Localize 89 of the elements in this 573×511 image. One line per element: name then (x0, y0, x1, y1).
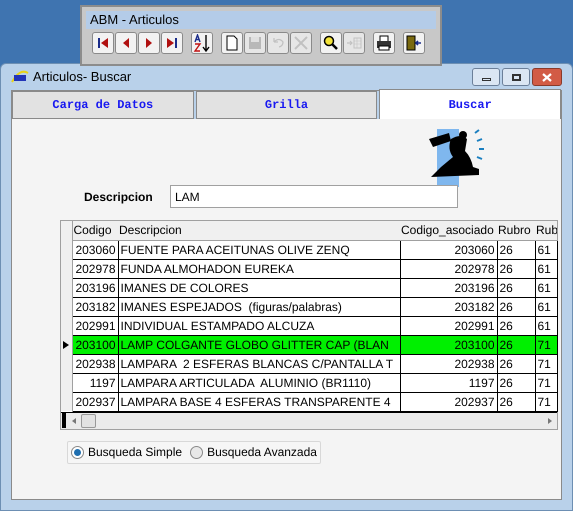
minimize-button[interactable] (472, 68, 500, 86)
table-cell: 61 (538, 318, 551, 332)
table-row[interactable]: 202937 LAMPARA BASE 4 ESFERAS TRANSPARENTE 4 202937 26 71 (61, 392, 557, 411)
toolbar-button[interactable] (403, 32, 425, 54)
sort-icon (193, 34, 211, 52)
maximize-button[interactable] (502, 68, 530, 86)
table-cell: LAMPARA 2 ESFERAS BLANCAS C/PANTALLA T (120, 356, 394, 370)
description-field[interactable]: LAM (170, 185, 458, 208)
table-cell: 26 (500, 262, 513, 276)
table-cell: FUNDA ALMOHADON EUREKA (120, 262, 294, 276)
table-cell: 203196 (454, 280, 494, 294)
table-cell: 202937 (454, 394, 494, 408)
table-row[interactable]: 202978 FUNDA ALMOHADON EUREKA 202978 26 61 (61, 259, 557, 278)
door-arrow-icon (405, 34, 423, 52)
table-cell: 26 (500, 356, 513, 370)
toolbar-button[interactable] (320, 32, 342, 54)
toolbar-button[interactable] (161, 32, 183, 54)
table-row[interactable]: 1197 LAMPARA ARTICULADA ALUMINIO (BR1110) 1197 26 71 (61, 373, 557, 392)
scroll-thumb[interactable] (81, 414, 96, 428)
horizontal-scrollbar[interactable] (61, 412, 557, 428)
table-cell: 1197 (468, 376, 494, 390)
table-cell: 203182 (75, 300, 116, 314)
table-row[interactable]: 203100 LAMP COLGANTE GLOBO GLITTER CAP (BLAN 203100 26 71 (61, 335, 557, 354)
tab[interactable]: Buscar (379, 89, 562, 119)
toolbar-button[interactable] (92, 32, 114, 54)
tab[interactable]: Grilla (196, 91, 378, 119)
column-header[interactable]: Rubro (497, 221, 535, 240)
table-cell: 71 (538, 394, 551, 408)
table-cell: 26 (500, 338, 513, 352)
table-cell: 202978 (75, 262, 116, 276)
toolbar-button[interactable] (221, 32, 243, 54)
table-cell: INDIVIDUAL ESTAMPADO ALCUZA (120, 318, 314, 332)
magnifier-icon (322, 34, 340, 52)
table-row[interactable]: 203060 FUENTE PARA ACEITUNAS OLIVE ZENQ 203060 26 61 (61, 240, 557, 259)
toolbar-button[interactable] (191, 32, 213, 54)
table-cell: 71 (538, 356, 551, 370)
table-cell: 26 (500, 242, 513, 256)
field-label: Descripcion (83, 188, 154, 206)
table-cell: 26 (500, 280, 513, 294)
table-cell: 26 (500, 376, 513, 390)
close-button[interactable] (532, 68, 562, 86)
app-logo-icon (11, 70, 29, 84)
table-cell: 61 (538, 300, 551, 314)
table-cell: IMANES ESPEJADOS (figuras/palabras) (120, 300, 342, 314)
toolbar-button[interactable] (373, 32, 395, 54)
table-cell: 202991 (454, 318, 494, 332)
table-cell: 203196 (75, 280, 116, 294)
window-title: Articulos- Buscar (33, 68, 132, 86)
table-row[interactable]: 202991 INDIVIDUAL ESTAMPADO ALCUZA 202991 26 61 (61, 316, 557, 335)
toolbar-title: ABM - Articulos (86, 11, 436, 29)
column-header[interactable]: Codigo (72, 221, 118, 240)
radio-option[interactable]: Busqueda Avanzada (190, 443, 317, 461)
table-cell: 202937 (75, 394, 116, 408)
close-icon (542, 72, 552, 82)
table-cell: 203100 (75, 338, 116, 352)
table-row[interactable]: 203182 IMANES ESPEJADOS (figuras/palabras) 203182 26 61 (61, 297, 557, 316)
cross-icon (292, 34, 310, 52)
table-cell: 71 (538, 376, 551, 390)
table-cell: IMANES DE COLORES (120, 280, 249, 294)
toolbar-button[interactable] (138, 32, 160, 54)
table-row[interactable]: 203196 IMANES DE COLORES 203196 26 61 (61, 278, 557, 297)
table-cell: 61 (538, 280, 551, 294)
table-cell: LAMPARA ARTICULADA ALUMINIO (BR1110) (120, 376, 372, 390)
table-cell: 203060 (75, 242, 116, 256)
toolbar-button[interactable] (115, 32, 137, 54)
table-cell: 203182 (454, 300, 494, 314)
table-cell: 61 (538, 242, 551, 256)
table-cell: 202938 (454, 356, 494, 370)
table-cell: 203060 (454, 242, 494, 256)
table-row[interactable]: 202938 LAMPARA 2 ESFERAS BLANCAS C/PANTALLA T 202938 26 71 (61, 354, 557, 373)
table-cell: LAMP COLGANTE GLOBO GLITTER CAP (BLAN (120, 338, 389, 352)
table-cell: 26 (500, 318, 513, 332)
table-cell: 26 (500, 300, 513, 314)
table-cell: FUENTE PARA ACEITUNAS OLIVE ZENQ (120, 242, 350, 256)
tab[interactable]: Carga de Datos (12, 91, 194, 119)
table-cell: 71 (538, 338, 551, 352)
table-cell: 61 (538, 262, 551, 276)
table-cell: 203100 (454, 338, 494, 352)
column-header[interactable]: Descripcion (118, 221, 400, 240)
table-cell: LAMPARA BASE 4 ESFERAS TRANSPARENTE 4 (120, 394, 391, 408)
table-cell: 202991 (75, 318, 116, 332)
row-pointer-icon (63, 340, 69, 348)
table-cell: 26 (500, 394, 513, 408)
table-cell: 202938 (75, 356, 116, 370)
column-header[interactable]: Codigo_asociado (400, 221, 497, 240)
printer-icon (375, 34, 393, 52)
radio-option[interactable]: Busqueda Simple (71, 443, 182, 461)
table-cell: 202978 (454, 262, 494, 276)
table-cell: 1197 (90, 376, 116, 390)
